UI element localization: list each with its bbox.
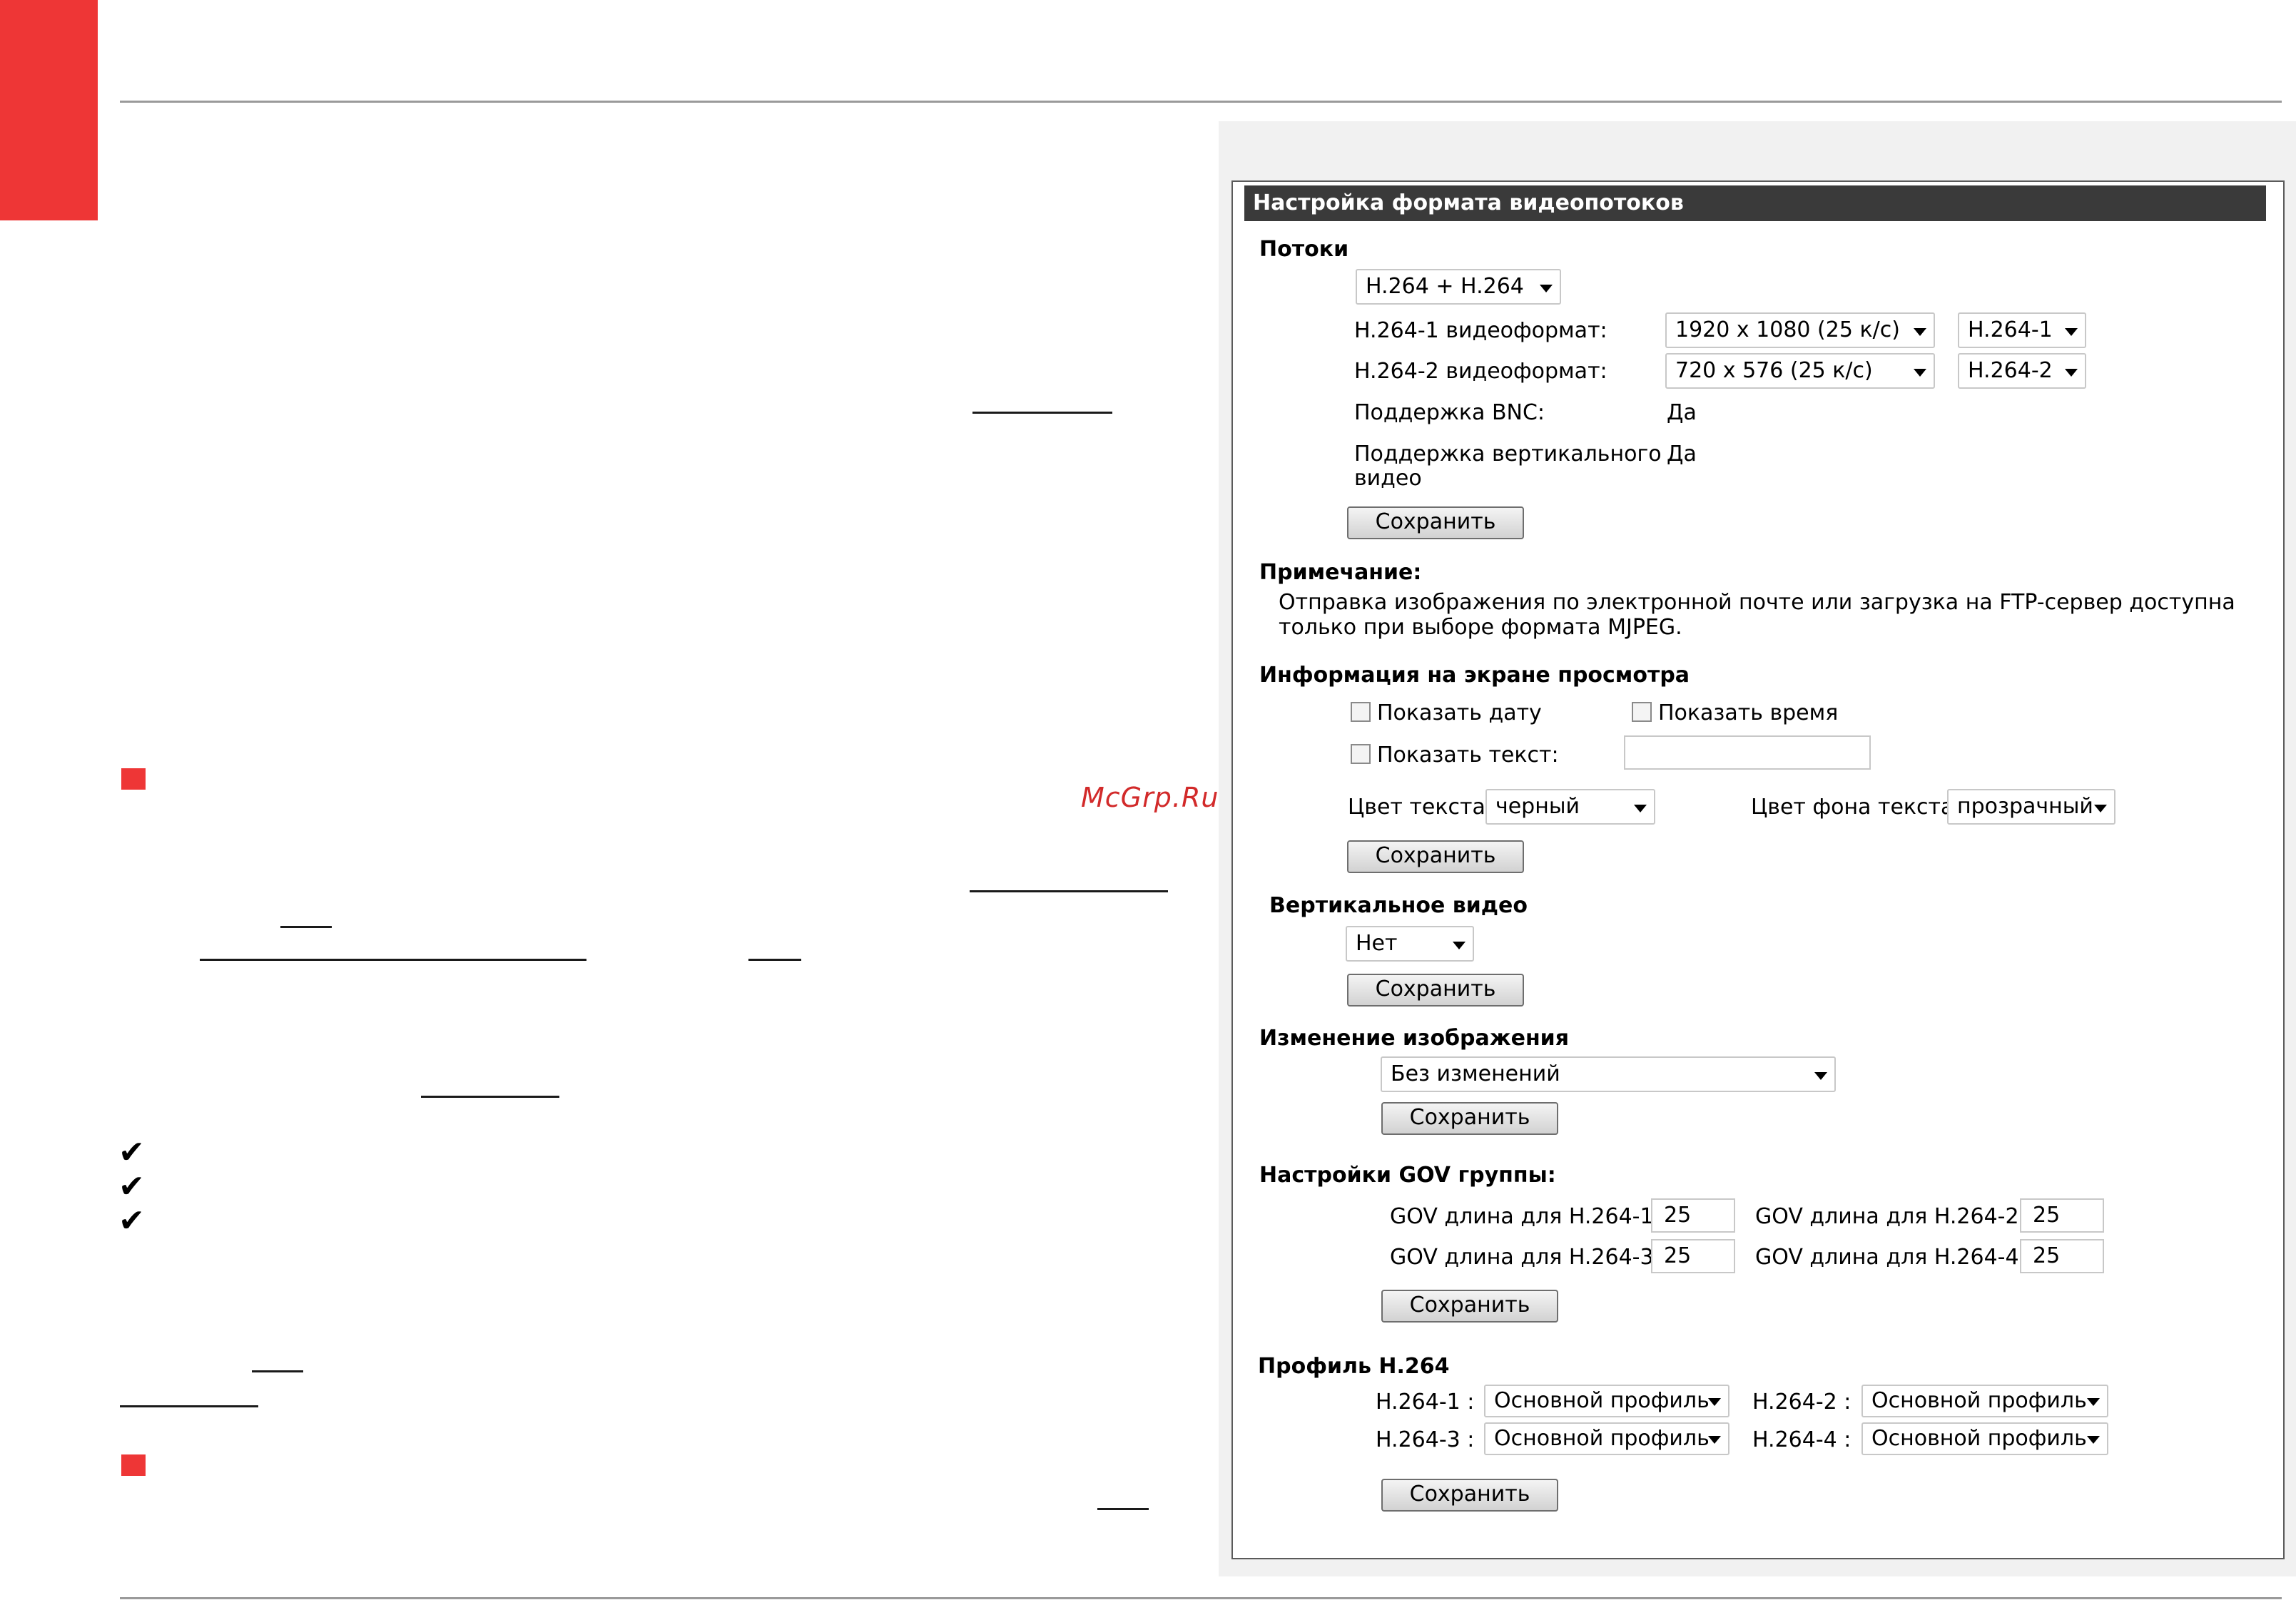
chevron-down-icon xyxy=(1708,1398,1721,1406)
bnc-value: Да xyxy=(1667,400,1697,425)
note-text-line1: Отправка изображения по электронной почт… xyxy=(1279,590,2235,615)
profile2-label: H.264-2 : xyxy=(1752,1390,1851,1415)
footer-divider xyxy=(120,1597,2282,1599)
chevron-down-icon xyxy=(2087,1398,2100,1406)
chevron-down-icon xyxy=(2087,1436,2100,1444)
bg-color-select[interactable]: прозрачный xyxy=(1947,789,2115,825)
chevron-down-icon xyxy=(1708,1436,1721,1444)
text-underline xyxy=(200,959,586,961)
text-underline xyxy=(280,926,332,928)
fmt1-select[interactable]: 1920 x 1080 (25 к/с) xyxy=(1665,312,1935,348)
fmt2-select[interactable]: 720 x 576 (25 к/с) xyxy=(1665,353,1935,389)
bg-color-label: Цвет фона текста xyxy=(1751,795,1954,820)
show-text-label: Показать текст: xyxy=(1377,743,1559,768)
vert-support-label: Поддержка вертикального xyxy=(1354,442,1662,467)
chevron-down-icon xyxy=(1914,328,1926,336)
gov-heading: Настройки GOV группы: xyxy=(1259,1163,1556,1188)
profile-save-button[interactable]: Сохранить xyxy=(1381,1479,1558,1512)
chevron-down-icon xyxy=(1914,369,1926,377)
gov-save-button[interactable]: Сохранить xyxy=(1381,1290,1558,1323)
vert-support-label-2: видео xyxy=(1354,466,1422,491)
chevron-down-icon xyxy=(2065,369,2078,377)
profile2-select[interactable]: Основной профиль xyxy=(1861,1385,2108,1417)
streams-heading: Потоки xyxy=(1259,237,1349,262)
chevron-down-icon xyxy=(2065,328,2078,336)
note-heading: Примечание: xyxy=(1259,560,1422,585)
image-change-save-button[interactable]: Сохранить xyxy=(1381,1102,1558,1135)
fmt1-label: H.264-1 видеоформат: xyxy=(1354,318,1607,343)
gov4-label: GOV длина для H.264-4 xyxy=(1755,1245,2019,1270)
text-color-select[interactable]: черный xyxy=(1485,789,1655,825)
profile1-label: H.264-1 : xyxy=(1376,1390,1475,1415)
corner-red-tab xyxy=(0,0,98,220)
chevron-down-icon xyxy=(1634,805,1647,812)
show-date-checkbox[interactable] xyxy=(1351,702,1371,722)
fmt1-codec-select[interactable]: H.264-1 xyxy=(1958,312,2086,348)
bullet-marker xyxy=(121,1454,146,1476)
gov2-label: GOV длина для H.264-2 xyxy=(1755,1204,2019,1229)
bullet-marker xyxy=(121,768,146,790)
gov1-input[interactable]: 25 xyxy=(1651,1198,1735,1233)
show-time-checkbox[interactable] xyxy=(1632,702,1652,722)
text-underline xyxy=(421,1096,559,1098)
image-change-heading: Изменение изображения xyxy=(1259,1026,1569,1051)
fmt2-label: H.264-2 видеоформат: xyxy=(1354,359,1607,384)
check-icon: ✔ xyxy=(118,1134,145,1171)
chevron-down-icon xyxy=(1540,285,1553,292)
show-text-checkbox[interactable] xyxy=(1351,744,1371,764)
streams-save-button[interactable]: Сохранить xyxy=(1347,506,1524,539)
header-divider xyxy=(120,101,2282,103)
vertical-save-button[interactable]: Сохранить xyxy=(1347,974,1524,1007)
image-change-select[interactable]: Без изменений xyxy=(1381,1056,1836,1092)
gov3-input[interactable]: 25 xyxy=(1651,1239,1735,1273)
osd-save-button[interactable]: Сохранить xyxy=(1347,840,1524,873)
profile3-label: H.264-3 : xyxy=(1376,1427,1475,1452)
check-icon: ✔ xyxy=(118,1203,145,1239)
text-underline xyxy=(252,1370,303,1372)
profile4-select[interactable]: Основной профиль xyxy=(1861,1422,2108,1455)
vertical-video-heading: Вертикальное видео xyxy=(1269,893,1528,918)
check-icon: ✔ xyxy=(118,1168,145,1205)
chevron-down-icon xyxy=(1453,942,1466,949)
show-date-label: Показать дату xyxy=(1377,700,1542,725)
text-underline xyxy=(1097,1508,1149,1510)
panel-title: Настройка формата видеопотоков xyxy=(1244,185,2266,221)
text-color-label: Цвет текста xyxy=(1348,795,1485,820)
chevron-down-icon xyxy=(2094,805,2107,812)
gov1-label: GOV длина для H.264-1 xyxy=(1390,1204,1654,1229)
streams-mode-select[interactable]: H.264 + H.264 xyxy=(1356,269,1561,305)
text-underline xyxy=(972,412,1112,414)
vert-support-value: Да xyxy=(1667,442,1697,467)
chevron-down-icon xyxy=(1814,1072,1827,1080)
bnc-label: Поддержка BNC: xyxy=(1354,400,1545,425)
show-time-label: Показать время xyxy=(1658,700,1839,725)
osd-heading: Информация на экране просмотра xyxy=(1259,663,1690,688)
fmt2-codec-select[interactable]: H.264-2 xyxy=(1958,353,2086,389)
gov2-input[interactable]: 25 xyxy=(2020,1198,2104,1233)
profile3-select[interactable]: Основной профиль xyxy=(1484,1422,1729,1455)
profile4-label: H.264-4 : xyxy=(1752,1427,1851,1452)
text-underline xyxy=(120,1405,258,1407)
text-underline xyxy=(748,959,801,961)
vertical-video-select[interactable]: Нет xyxy=(1346,926,1474,962)
gov4-input[interactable]: 25 xyxy=(2020,1239,2104,1273)
watermark: McGrp.Ru xyxy=(1081,782,1219,813)
profile1-select[interactable]: Основной профиль xyxy=(1484,1385,1729,1417)
text-underline xyxy=(970,890,1168,892)
osd-text-input[interactable] xyxy=(1624,735,1871,770)
note-text-line2: только при выборе формата MJPEG. xyxy=(1279,615,1682,640)
profile-heading: Профиль H.264 xyxy=(1258,1354,1450,1379)
gov3-label: GOV длина для H.264-3 xyxy=(1390,1245,1654,1270)
